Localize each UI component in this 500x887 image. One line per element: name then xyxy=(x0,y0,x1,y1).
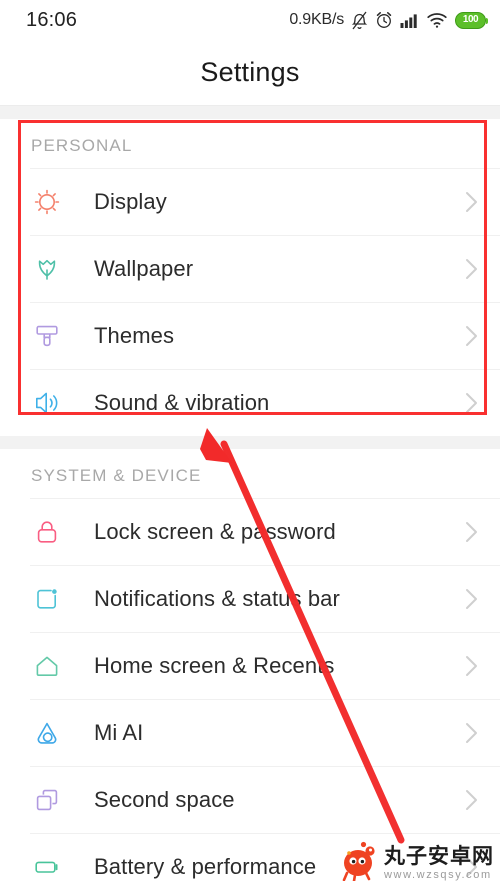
sidebar-item-display[interactable]: Display xyxy=(0,168,500,235)
wifi-icon xyxy=(427,12,448,28)
sidebar-item-mi-ai[interactable]: Mi AI xyxy=(0,699,500,766)
phone-screen: 16:06 0.9KB/s 100 Settings PERSONAL Disp… xyxy=(0,0,500,887)
sidebar-item-label: Mi AI xyxy=(94,719,144,745)
sidebar-item-label: Wallpaper xyxy=(94,255,194,281)
chevron-right-icon xyxy=(466,521,477,542)
chevron-right-icon xyxy=(466,722,477,743)
section-header-system-device: SYSTEM & DEVICE xyxy=(0,449,500,498)
chevron-right-icon xyxy=(466,655,477,676)
sidebar-item-sound-vibration[interactable]: Sound & vibration xyxy=(0,369,500,436)
sidebar-item-label: Lock screen & password xyxy=(94,518,336,544)
mi-ai-icon xyxy=(30,716,64,750)
chevron-right-icon xyxy=(466,588,477,609)
signal-icon xyxy=(400,12,420,28)
sidebar-item-home-screen-recents[interactable]: Home screen & Recents xyxy=(0,632,500,699)
section-spacer xyxy=(0,436,500,449)
chevron-right-icon xyxy=(466,392,477,413)
battery-level-text: 100 xyxy=(462,14,479,25)
status-bar: 16:06 0.9KB/s 100 xyxy=(0,0,500,40)
brightness-sun-icon xyxy=(30,185,64,219)
speaker-volume-icon xyxy=(30,386,64,420)
section-spacer xyxy=(0,106,500,119)
sidebar-item-second-space[interactable]: Second space xyxy=(0,766,500,833)
status-bar-indicators: 0.9KB/s 100 xyxy=(289,11,488,30)
sidebar-item-themes[interactable]: Themes xyxy=(0,302,500,369)
sidebar-item-label: Notifications & status bar xyxy=(94,585,340,611)
second-space-icon xyxy=(30,783,64,817)
notification-badge-icon xyxy=(30,582,64,616)
sidebar-item-notifications-status-bar[interactable]: Notifications & status bar xyxy=(0,565,500,632)
paint-brush-icon xyxy=(30,319,64,353)
watermark: 丸子安卓网 www.wzsqsy.com xyxy=(341,839,494,883)
watermark-site-name: 丸子安卓网 xyxy=(384,844,494,868)
page-title: Settings xyxy=(200,57,300,87)
battery-indicator: 100 xyxy=(455,11,488,29)
app-title-bar: Settings xyxy=(0,40,500,106)
status-bar-clock: 16:06 xyxy=(26,8,78,31)
home-icon xyxy=(30,649,64,683)
mute-icon xyxy=(351,11,368,30)
settings-scroll-area[interactable]: PERSONAL Display Wallpaper Themes Sound … xyxy=(0,106,500,887)
watermark-text: 丸子安卓网 www.wzsqsy.com xyxy=(384,846,494,881)
chevron-right-icon xyxy=(466,258,477,279)
sidebar-item-label: Themes xyxy=(94,322,175,348)
section-header-personal: PERSONAL xyxy=(0,119,500,168)
sidebar-item-label: Display xyxy=(94,188,167,214)
section-personal: PERSONAL Display Wallpaper Themes Sound … xyxy=(0,119,500,436)
sidebar-item-label: Home screen & Recents xyxy=(94,652,335,678)
chevron-right-icon xyxy=(466,325,477,346)
sidebar-item-label: Sound & vibration xyxy=(94,389,270,415)
chevron-right-icon xyxy=(466,191,477,212)
watermark-url: www.wzsqsy.com xyxy=(384,869,492,881)
sidebar-item-lock-screen-password[interactable]: Lock screen & password xyxy=(0,498,500,565)
sidebar-item-label: Second space xyxy=(94,786,235,812)
alarm-icon xyxy=(375,11,393,29)
padlock-icon xyxy=(30,515,64,549)
chevron-right-icon xyxy=(466,789,477,810)
sidebar-item-wallpaper[interactable]: Wallpaper xyxy=(0,235,500,302)
section-system-device: SYSTEM & DEVICE Lock screen & password N… xyxy=(0,449,500,887)
mascot-logo-icon xyxy=(341,839,379,883)
sidebar-item-label: Battery & performance xyxy=(94,853,317,879)
battery-icon xyxy=(30,850,64,884)
tulip-flower-icon xyxy=(30,252,64,286)
network-speed-text: 0.9KB/s xyxy=(289,11,344,28)
